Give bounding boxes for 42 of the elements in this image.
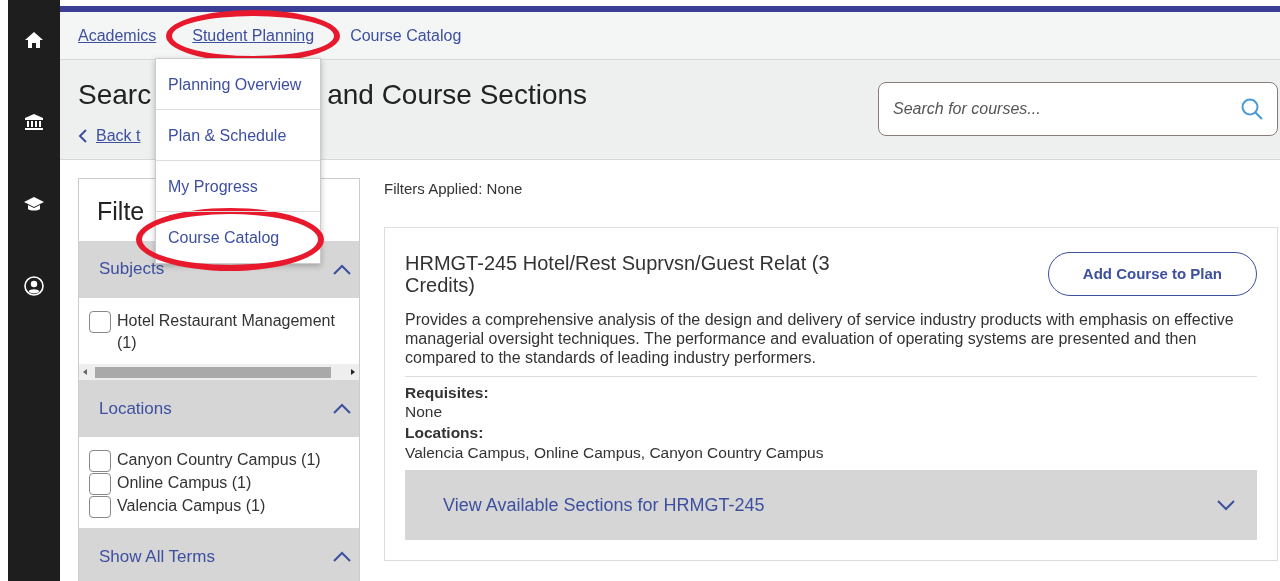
filters-applied-text: Filters Applied: None: [384, 179, 524, 199]
chevron-left-icon: [78, 129, 88, 143]
breadcrumb-link[interactable]: Student Planning: [192, 26, 315, 44]
filter-group-header[interactable]: Show All Terms: [79, 528, 359, 581]
menu-item[interactable]: Planning Overview: [156, 59, 320, 110]
filter-title: Filte: [97, 197, 145, 225]
page-title: Searc: [78, 79, 152, 110]
detail-value: Valencia Campus, Online Campus, Canyon Country Campus: [405, 442, 825, 463]
option-label: Valencia Campus (1): [117, 496, 266, 517]
filter-group-header[interactable]: Locations: [79, 380, 359, 438]
search-field[interactable]: Search for courses...: [878, 82, 1278, 136]
sections-toggle[interactable]: View Available Sections for HRMGT-245: [405, 470, 1257, 541]
option-label: Canyon Country Campus (1): [117, 450, 321, 471]
chevron-down-icon[interactable]: [1217, 499, 1235, 511]
menu-item[interactable]: My Progress: [156, 161, 320, 212]
menu-item[interactable]: Plan & Schedule: [156, 110, 320, 161]
horizontal-scrollbar[interactable]: [79, 364, 359, 381]
page-title: and Course Sections: [327, 79, 588, 110]
checkbox[interactable]: [89, 450, 111, 473]
detail-label: Locations:: [405, 423, 485, 443]
chevron-up-icon[interactable]: [333, 263, 351, 275]
bank-icon[interactable]: [24, 112, 44, 132]
chevron-up-icon[interactable]: [333, 551, 351, 563]
user-icon[interactable]: [24, 276, 44, 296]
checkbox[interactable]: [89, 473, 111, 496]
home-icon[interactable]: [24, 30, 44, 50]
detail-value: None: [405, 401, 444, 422]
filter-group-title: Locations: [99, 398, 172, 421]
option-label: Hotel Restaurant Management (1): [117, 310, 336, 353]
breadcrumb-link[interactable]: Course Catalog: [350, 26, 462, 44]
course-description: Provides a comprehensive analysis of the design and delivery of service industry products with emphasis on effective managerial oversight techniques. The performance and evaluation of operating systems are presented and then compared to the standards of leading industry performers.: [405, 310, 1257, 377]
chevron-up-icon[interactable]: [333, 403, 351, 415]
back-link[interactable]: Back t: [96, 124, 141, 148]
detail-label: Requisites:: [405, 382, 490, 402]
add-course-button[interactable]: Add Course to Plan: [1047, 251, 1257, 296]
checkbox[interactable]: [89, 496, 111, 519]
course-title: HRMGT-245 Hotel/Rest Suprvsn/Guest Relat (3 Credits): [405, 251, 831, 296]
search-icon[interactable]: [1240, 97, 1264, 121]
checkbox[interactable]: [89, 310, 111, 333]
option-label: Online Campus (1): [117, 473, 252, 494]
breadcrumb-link[interactable]: Academics: [78, 26, 157, 44]
filter-group-title: Show All Terms: [99, 546, 215, 569]
